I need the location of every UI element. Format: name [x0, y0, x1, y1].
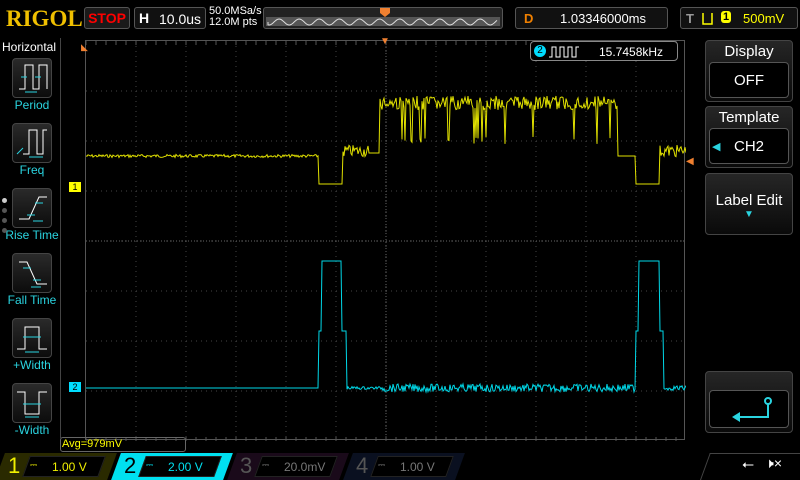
menu-title: Horizontal — [2, 40, 57, 54]
trigger-level-marker: ◀ — [686, 156, 694, 167]
mute-icon[interactable]: 🕨× — [765, 455, 782, 472]
menu-label: Fall Time — [7, 293, 57, 307]
menu-label: Period — [14, 98, 50, 112]
acquisition-info: 50.0MSa/s 12.0M pts — [209, 6, 262, 28]
fall-time-icon — [19, 261, 47, 288]
timebase-value: 10.0us — [159, 11, 202, 27]
trigger-position-marker: ◣ — [81, 42, 88, 52]
trigger-level: 500mV — [743, 11, 785, 26]
channel-4-button[interactable]: 4 ⎓ 1.00 V — [343, 453, 465, 480]
waveform-grid[interactable] — [85, 40, 687, 441]
page-indicator-dot — [2, 228, 7, 233]
delay-box[interactable]: D 1.03346000ms — [515, 7, 668, 29]
template-label: Template — [718, 109, 780, 126]
measurement-channel: 2 — [534, 45, 546, 57]
coupling-icon: ⎓ — [378, 460, 386, 470]
channel-scale: 20.0mV — [284, 460, 326, 474]
frequency-icon — [549, 46, 579, 58]
memory-waveform-icon — [266, 8, 500, 26]
back-button[interactable] — [705, 371, 793, 433]
falling-edge-icon — [702, 13, 713, 25]
channel-3-button[interactable]: 3 ⎓ 20.0mV — [227, 453, 349, 480]
page-indicator-dot — [2, 218, 7, 223]
freq-button[interactable] — [12, 123, 52, 163]
display-value: OFF — [709, 62, 789, 98]
trigger-source: 1 — [721, 11, 732, 23]
channel-number: 2 — [124, 453, 137, 478]
page-indicator-dot — [2, 208, 7, 213]
memory-navigator[interactable] — [263, 7, 503, 29]
channel-scale: 1.00 V — [52, 460, 87, 474]
channel-2-button[interactable]: 2 ⎓ 2.00 V — [111, 453, 233, 480]
template-menu-item[interactable]: Template ◀ CH2 — [705, 106, 793, 168]
coupling-icon: ⎓ — [30, 460, 38, 470]
waveform-display — [85, 41, 687, 441]
chevron-down-icon: ▼ — [744, 209, 754, 220]
display-label: Display — [724, 43, 774, 60]
delay-label: D — [524, 11, 534, 26]
horizontal-label: H — [139, 10, 150, 26]
menu-label: +Width — [13, 358, 51, 372]
period-icon — [19, 64, 48, 93]
neg-width-icon — [17, 391, 47, 418]
rigol-logo: RIGOL — [6, 6, 83, 31]
freq-icon — [16, 129, 47, 158]
timebase-box[interactable]: H 10.0us — [134, 7, 206, 29]
pos-width-icon — [17, 326, 47, 353]
return-arrow-icon — [732, 397, 772, 422]
label-edit-label: Label Edit — [715, 192, 783, 209]
channel-1-button[interactable]: 1 ⎓ 1.00 V — [0, 453, 117, 480]
rise-time-icon — [19, 196, 47, 222]
memory-depth: 12.0M pts — [209, 16, 258, 28]
page-indicator-dot — [2, 198, 7, 203]
channel-number: 4 — [356, 453, 369, 478]
frequency-measurement: 2 15.7458kHz — [530, 41, 678, 61]
channel-scale: 2.00 V — [168, 460, 203, 474]
coupling-icon: ⎓ — [262, 460, 270, 470]
channel-scale: 1.00 V — [400, 460, 435, 474]
usb-icon: ⭠ — [742, 456, 755, 473]
ch2-ground-marker[interactable]: 2 — [69, 382, 81, 392]
rise-time-button[interactable] — [12, 188, 52, 228]
trigger-position-marker — [380, 8, 390, 17]
left-arrow-icon: ◀ — [712, 141, 721, 153]
channel-number: 3 — [240, 453, 253, 478]
menu-label: Freq — [19, 163, 45, 177]
template-value: CH2 — [733, 138, 764, 155]
trigger-box[interactable]: T 1 500mV — [680, 7, 798, 29]
ch1-ground-marker[interactable]: 1 — [69, 182, 81, 192]
label-edit-button[interactable]: Label Edit ▼ — [705, 173, 793, 235]
average-measurement: Avg=979mV — [60, 437, 186, 452]
menu-label: Rise Time — [5, 228, 59, 242]
period-button[interactable] — [12, 58, 52, 98]
trigger-time-marker: ▼ — [380, 36, 390, 47]
frequency-value: 15.7458kHz — [599, 45, 664, 59]
menu-label: -Width — [14, 423, 50, 437]
coupling-icon: ⎓ — [146, 460, 154, 470]
channel-number: 1 — [8, 453, 21, 478]
pos-width-button[interactable] — [12, 318, 52, 358]
delay-value: 1.03346000ms — [560, 11, 647, 26]
fall-time-button[interactable] — [12, 253, 52, 293]
neg-width-button[interactable] — [12, 383, 52, 423]
trigger-label: T — [686, 11, 694, 26]
display-menu-item[interactable]: Display OFF — [705, 40, 793, 102]
run-stop-indicator[interactable]: STOP — [84, 7, 130, 29]
